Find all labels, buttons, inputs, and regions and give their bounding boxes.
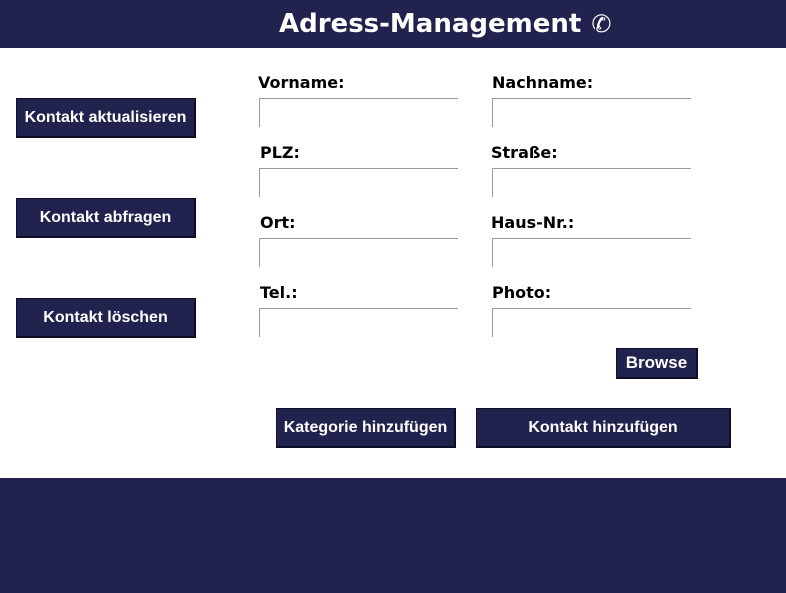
zip-label: PLZ: — [260, 143, 300, 162]
delete-contact-button[interactable]: Kontakt löschen — [16, 298, 196, 338]
query-contact-button[interactable]: Kontakt abfragen — [16, 198, 196, 238]
phone-field[interactable] — [259, 308, 458, 337]
city-label: Ort: — [260, 213, 296, 232]
page-title-text: Adress-Management — [279, 9, 582, 39]
street-field[interactable] — [492, 168, 691, 197]
add-contact-button[interactable]: Kontakt hinzufügen — [476, 408, 731, 448]
housenumber-label: Haus-Nr.: — [491, 213, 575, 232]
zip-field[interactable] — [259, 168, 458, 197]
browse-button[interactable]: Browse — [616, 348, 698, 379]
housenumber-field[interactable] — [492, 238, 691, 267]
firstname-label: Vorname: — [258, 73, 345, 92]
phone-icon: ✆ — [591, 10, 612, 38]
photo-label: Photo: — [492, 283, 552, 302]
street-label: Straße: — [491, 143, 558, 162]
city-field[interactable] — [259, 238, 458, 267]
phone-label: Tel.: — [260, 283, 298, 302]
lastname-field[interactable] — [492, 98, 691, 127]
lastname-label: Nachname: — [492, 73, 594, 92]
photo-field[interactable] — [492, 308, 691, 337]
add-category-button[interactable]: Kategorie hinzufügen — [276, 408, 456, 448]
firstname-field[interactable] — [259, 98, 458, 127]
update-contact-button[interactable]: Kontakt aktualisieren — [16, 98, 196, 138]
footer-bar — [0, 478, 786, 593]
page-title: Adress-Management ✆ — [279, 6, 611, 42]
